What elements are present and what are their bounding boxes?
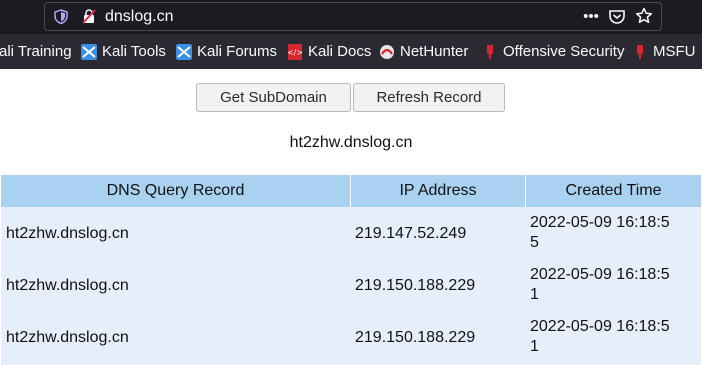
subdomain-display: ht2zhw.dnslog.cn xyxy=(289,134,413,151)
kali-icon xyxy=(176,43,192,60)
table-header-row: DNS Query Record IP Address Created Time xyxy=(1,175,701,207)
svg-text:</>: </> xyxy=(287,48,303,57)
table-row: ht2zhw.dnslog.cn 219.150.188.229 2022-05… xyxy=(1,311,701,365)
browser-toolbar: dnslog.cn ••• xyxy=(0,0,702,34)
page-actions-menu-icon[interactable]: ••• xyxy=(581,7,601,27)
offsec-icon xyxy=(637,44,643,59)
created-time-cell: 2022-05-09 16:18:5 5 xyxy=(530,213,670,253)
pocket-icon[interactable] xyxy=(608,8,626,26)
bookmarks-toolbar: ali Training Kali Tools Kali Forums </> … xyxy=(0,34,702,69)
bookmark-offensive-security[interactable]: Offensive Security xyxy=(482,34,624,69)
bookmark-kali-forums[interactable]: Kali Forums xyxy=(176,34,277,69)
nethunter-icon xyxy=(380,44,394,59)
ip-address-cell: 219.150.188.229 xyxy=(355,277,476,294)
created-time-cell: 2022-05-09 16:18:5 1 xyxy=(530,317,670,357)
offsec-icon xyxy=(487,44,493,59)
dns-query-record-cell: ht2zhw.dnslog.cn xyxy=(6,329,129,346)
column-header-ip-address: IP Address xyxy=(399,182,477,199)
bookmark-star-icon[interactable] xyxy=(635,7,653,25)
kali-icon xyxy=(81,43,97,60)
insecure-lock-icon[interactable] xyxy=(82,9,96,24)
bookmark-label: NetHunter xyxy=(400,43,469,60)
get-subdomain-button[interactable]: Get SubDomain xyxy=(196,83,351,112)
ip-address-cell: 219.150.188.229 xyxy=(355,329,476,346)
bookmark-label: Kali Tools xyxy=(102,43,166,60)
created-time-line: 2022-05-09 16:18:5 xyxy=(530,266,670,283)
kali-docs-icon: </> xyxy=(287,43,303,60)
bookmark-label: Offensive Security xyxy=(503,43,625,60)
dns-query-record-cell: ht2zhw.dnslog.cn xyxy=(6,225,129,242)
created-time-line: 1 xyxy=(530,286,539,303)
ip-address-cell: 219.147.52.249 xyxy=(355,225,467,242)
bookmark-nethunter[interactable]: NetHunter xyxy=(379,34,468,69)
bookmark-kali-tools[interactable]: Kali Tools xyxy=(81,34,166,69)
table-row: ht2zhw.dnslog.cn 219.147.52.249 2022-05-… xyxy=(1,207,701,259)
tracking-protection-shield-icon[interactable] xyxy=(54,9,68,24)
created-time-line: 1 xyxy=(530,338,539,355)
created-time-line: 2022-05-09 16:18:5 xyxy=(530,214,670,231)
bookmark-kali-training[interactable]: ali Training xyxy=(0,34,72,69)
bookmark-label: ali Training xyxy=(0,43,72,60)
created-time-line: 5 xyxy=(530,234,539,251)
refresh-record-button[interactable]: Refresh Record xyxy=(353,83,505,112)
bookmark-label: MSFU xyxy=(653,43,696,60)
url-text[interactable]: dnslog.cn xyxy=(105,7,174,27)
bookmark-label: Kali Docs xyxy=(308,43,372,60)
bookmark-label: Kali Forums xyxy=(197,43,278,60)
dns-query-record-cell: ht2zhw.dnslog.cn xyxy=(6,277,129,294)
bookmark-kali-docs[interactable]: </> Kali Docs xyxy=(287,34,371,69)
table-row: ht2zhw.dnslog.cn 219.150.188.229 2022-05… xyxy=(1,259,701,311)
column-header-created-time: Created Time xyxy=(565,182,662,199)
address-bar[interactable]: dnslog.cn ••• xyxy=(44,2,662,31)
column-header-dns-query-record: DNS Query Record xyxy=(106,182,245,199)
created-time-line: 2022-05-09 16:18:5 xyxy=(530,318,670,335)
created-time-cell: 2022-05-09 16:18:5 1 xyxy=(530,265,670,305)
bookmark-msfu[interactable]: MSFU xyxy=(632,34,696,69)
